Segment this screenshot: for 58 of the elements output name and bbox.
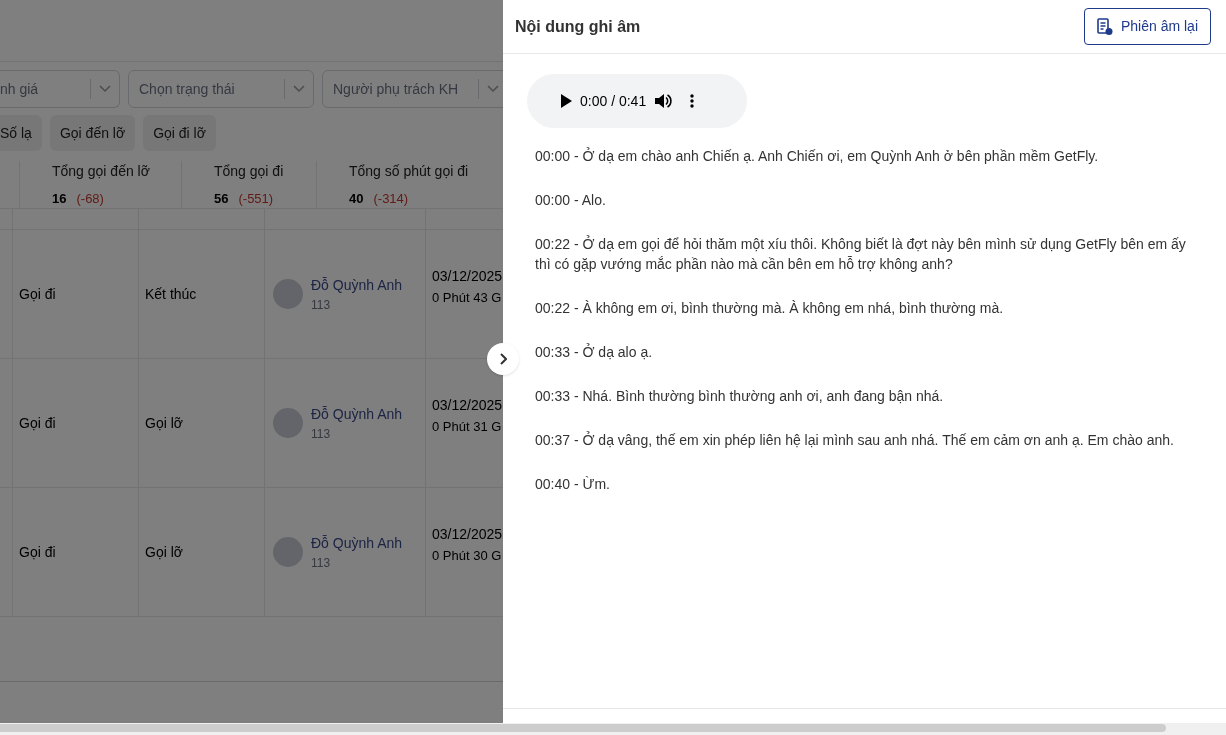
stat-label: Tổng gọi đến lỡ bbox=[52, 162, 151, 181]
agent-name[interactable]: Đỗ Quỳnh Anh bbox=[311, 274, 403, 296]
call-date: 03/12/2025 bbox=[432, 396, 503, 416]
table-cell-text: Kết thúc bbox=[145, 284, 197, 304]
agent-name[interactable]: Đỗ Quỳnh Anh bbox=[311, 532, 403, 554]
transcript-line: 00:33 - Ở dạ alo ạ. bbox=[535, 342, 654, 362]
transcript-line: 00:00 - Alo. bbox=[535, 191, 607, 210]
stat-change: (-68) bbox=[76, 190, 104, 208]
avatar bbox=[273, 408, 303, 438]
scrollbar-thumb[interactable] bbox=[0, 724, 1166, 732]
stat-label: Tổng gọi đi bbox=[214, 162, 285, 181]
table-cell-text: Gọi lỡ bbox=[145, 413, 183, 433]
stat-value: 56 bbox=[214, 190, 229, 208]
agent-name[interactable]: Đỗ Quỳnh Anh bbox=[311, 403, 403, 425]
select-field[interactable]: Chọn trạng thái bbox=[128, 70, 314, 108]
panel-title: Nội dung ghi âm bbox=[515, 16, 641, 37]
transcript-line: 00:33 - Nhá. Bình thường bình thường anh ơi, anh đang bận nhá. bbox=[535, 387, 945, 406]
select-field[interactable]: nh giá bbox=[0, 70, 120, 108]
chevron-down-icon bbox=[487, 85, 499, 93]
agent-extension: 113 bbox=[311, 425, 332, 443]
table-cell-text: Gọi đi bbox=[19, 284, 56, 304]
transcript-line: 00:22 - À không em ơi, bình thường mà. À không em nhá, bình thường mà. bbox=[535, 299, 1005, 318]
chevron-down-icon bbox=[293, 85, 305, 93]
audio-time: 0:00 / 0:41 bbox=[580, 91, 647, 111]
call-date: 03/12/2025 bbox=[432, 525, 503, 545]
transcribe-again-button[interactable]: Phiên âm lại bbox=[1083, 8, 1211, 45]
stat-change: (-551) bbox=[238, 190, 274, 208]
more-options-icon[interactable] bbox=[690, 94, 695, 108]
table-cell-text: Gọi lỡ bbox=[145, 542, 183, 562]
stat-value: 16 bbox=[52, 190, 67, 208]
stat-label: Tổng số phút gọi đi bbox=[349, 162, 470, 181]
call-date: 03/12/2025 bbox=[432, 267, 503, 287]
filter-chip[interactable]: Số lạ bbox=[0, 115, 42, 151]
transcript-line: 00:22 - Ở dạ em gọi để hỏi thăm một xíu thôi. Không biết là đợt này bên mình sử dụng GetFly bên em ấy thì có gặp vướng mắc phần nào mà cần bên em hỗ trợ không anh? bbox=[535, 234, 1186, 274]
stat-value: 40 bbox=[349, 190, 364, 208]
play-icon[interactable] bbox=[560, 94, 572, 108]
call-duration: 0 Phút 31 G bbox=[432, 418, 503, 437]
document-icon bbox=[1096, 17, 1113, 36]
audio-player[interactable]: 0:00 / 0:41 bbox=[527, 74, 747, 128]
avatar bbox=[273, 279, 303, 309]
agent-extension: 113 bbox=[311, 554, 332, 572]
agent-extension: 113 bbox=[311, 296, 332, 314]
call-duration: 0 Phút 30 G bbox=[432, 547, 503, 566]
call-duration: 0 Phút 43 G bbox=[432, 289, 503, 308]
chevron-right-icon bbox=[499, 353, 507, 365]
filter-chip[interactable]: Gọi đến lỡ bbox=[49, 115, 136, 151]
transcript-line: 00:40 - Ừm. bbox=[535, 475, 611, 494]
transcript-line: 00:00 - Ở dạ em chào anh Chiến ạ. Anh Chiến ơi, em Quỳnh Anh ở bên phần mềm GetFly. bbox=[535, 146, 1100, 166]
select-field[interactable]: Người phụ trách KH bbox=[322, 70, 503, 108]
horizontal-scrollbar[interactable] bbox=[0, 723, 1226, 735]
table-cell-text: Gọi đi bbox=[19, 413, 56, 433]
avatar bbox=[273, 537, 303, 567]
table-cell-text: Gọi đi bbox=[19, 542, 56, 562]
volume-icon[interactable] bbox=[654, 93, 673, 109]
transcript-line: 00:37 - Ở dạ vâng, thế em xin phép liên hệ lại mình sau anh nhá. Thế em cảm ơn anh ạ. Em chào anh. bbox=[535, 430, 1175, 450]
chevron-down-icon bbox=[99, 85, 111, 93]
filter-chip[interactable]: Gọi đi lỡ bbox=[143, 115, 216, 151]
stat-change: (-314) bbox=[373, 190, 409, 208]
